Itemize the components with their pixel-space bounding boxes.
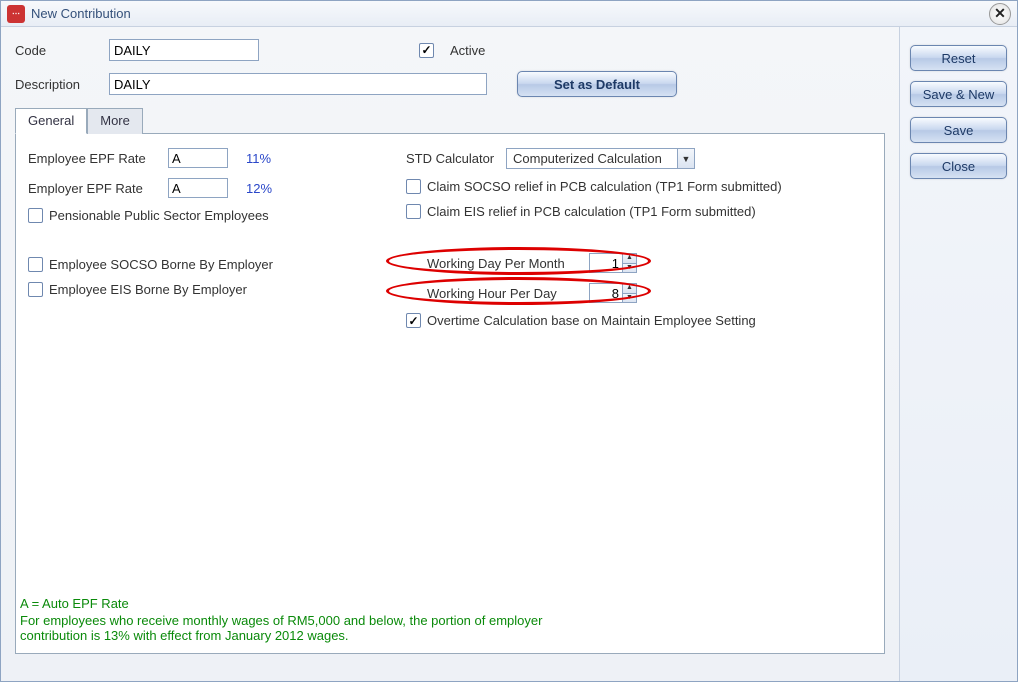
close-button[interactable]: Close [910,153,1007,179]
work-day-input[interactable] [589,253,623,273]
window-title: New Contribution [31,6,131,21]
employee-epf-input[interactable] [168,148,228,168]
employer-epf-pct: 12% [246,181,272,196]
eis-borne-label: Employee EIS Borne By Employer [49,282,247,297]
pensionable-checkbox[interactable] [28,208,43,223]
tab-general-panel: Employee EPF Rate 11% Employer EPF Rate … [15,134,885,654]
description-input[interactable] [109,73,487,95]
work-day-spin-down[interactable]: ▼ [623,264,636,273]
app-icon: ⋯ [7,5,25,23]
save-button[interactable]: Save [910,117,1007,143]
footnote: A = Auto EPF Rate For employees who rece… [16,594,884,645]
pensionable-label: Pensionable Public Sector Employees [49,208,269,223]
footnote-line2: For employees who receive monthly wages … [20,613,610,643]
std-calc-select[interactable]: Computerized Calculation ▼ [506,148,695,169]
reset-button[interactable]: Reset [910,45,1007,71]
description-label: Description [15,77,99,92]
tabs: General More [15,107,885,134]
work-hour-label: Working Hour Per Day [427,286,589,301]
eis-borne-checkbox[interactable] [28,282,43,297]
work-hour-input[interactable] [589,283,623,303]
code-label: Code [15,43,99,58]
employee-epf-pct: 11% [246,151,271,166]
save-new-button[interactable]: Save & New [910,81,1007,107]
work-day-spin-up[interactable]: ▲ [623,254,636,264]
work-day-label: Working Day Per Month [427,256,589,271]
code-input[interactable] [109,39,259,61]
tab-general[interactable]: General [15,108,87,134]
work-hour-spin-up[interactable]: ▲ [623,284,636,294]
active-checkbox[interactable] [419,43,434,58]
employer-epf-label: Employer EPF Rate [28,181,168,196]
socso-relief-checkbox[interactable] [406,179,421,194]
dropdown-arrow-icon[interactable]: ▼ [677,149,694,168]
socso-borne-checkbox[interactable] [28,257,43,272]
std-calc-label: STD Calculator [406,151,506,166]
overtime-label: Overtime Calculation base on Maintain Em… [427,313,756,328]
tab-more[interactable]: More [87,108,143,134]
footnote-line1: A = Auto EPF Rate [20,596,880,611]
active-label: Active [450,43,485,58]
socso-relief-label: Claim SOCSO relief in PCB calculation (T… [427,179,782,194]
eis-relief-checkbox[interactable] [406,204,421,219]
set-default-button[interactable]: Set as Default [517,71,677,97]
titlebar: ⋯ New Contribution ✕ [1,1,1017,27]
std-calc-value: Computerized Calculation [507,151,677,166]
employer-epf-input[interactable] [168,178,228,198]
employee-epf-label: Employee EPF Rate [28,151,168,166]
overtime-checkbox[interactable] [406,313,421,328]
work-hour-spin-down[interactable]: ▼ [623,294,636,303]
window-close-button[interactable]: ✕ [989,3,1011,25]
socso-borne-label: Employee SOCSO Borne By Employer [49,257,273,272]
eis-relief-label: Claim EIS relief in PCB calculation (TP1… [427,204,756,219]
